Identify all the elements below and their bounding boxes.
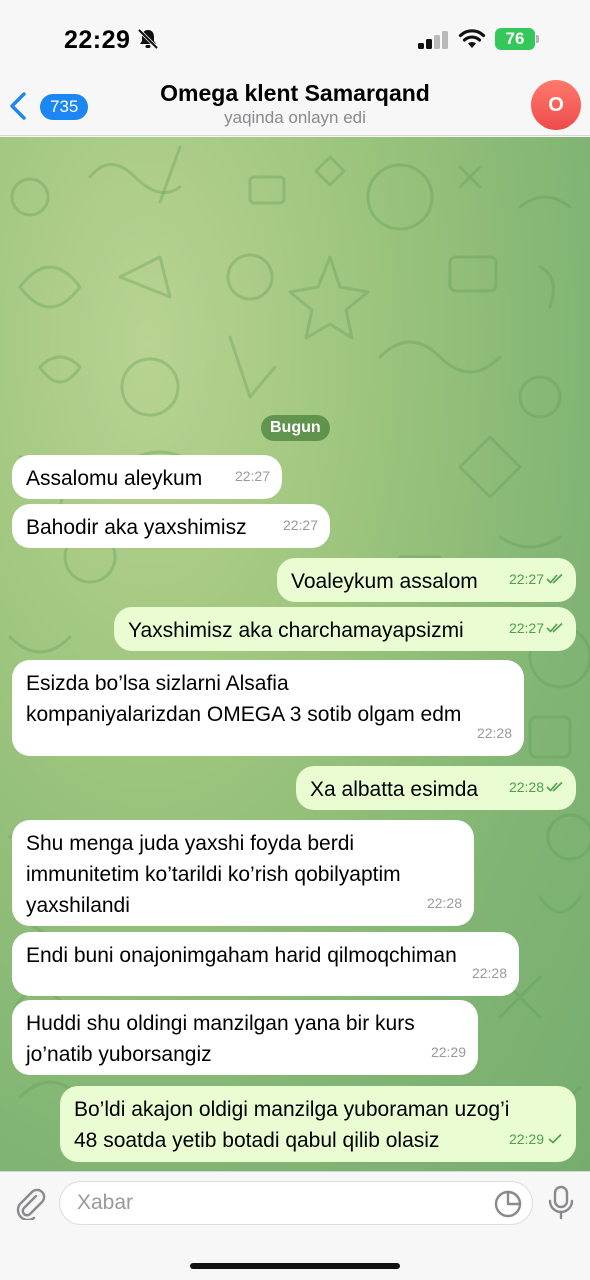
wifi-icon xyxy=(458,29,486,48)
mic-icon[interactable] xyxy=(548,1185,574,1221)
message-bubble-outgoing[interactable]: Xa albatta esimda 22:28 xyxy=(296,766,576,810)
battery-icon: 76 xyxy=(495,28,539,50)
message-bubble-incoming[interactable]: Assalomu aleykum 22:27 xyxy=(12,455,282,499)
message-bubble-outgoing[interactable]: Bo’ldi akajon oldigi manzilga yuboraman … xyxy=(60,1086,576,1162)
time-label: 22:27 xyxy=(282,517,318,533)
message-time: 22:27 xyxy=(509,564,564,595)
message-time: 22:29 xyxy=(509,1124,564,1155)
time-label: 22:27 xyxy=(508,571,544,587)
time-label: 22:28 xyxy=(471,965,507,981)
home-indicator xyxy=(190,1263,400,1269)
message-time: 22:27 xyxy=(509,613,564,644)
avatar[interactable]: O xyxy=(531,80,581,130)
message-text: Bo’ldi akajon oldigi manzilga yuboraman … xyxy=(74,1098,510,1152)
message-text: Yaxshimisz aka charchamayapsizmi xyxy=(128,619,464,642)
message-bubble-outgoing[interactable]: Yaxshimisz aka charchamayapsizmi 22:27 xyxy=(114,607,576,651)
clock: 22:29 xyxy=(64,26,131,54)
battery-level: 76 xyxy=(495,28,535,50)
message-time: 22:28 xyxy=(477,718,512,749)
time-label: 22:28 xyxy=(508,779,544,795)
composer-bar: Xabar xyxy=(0,1171,590,1280)
message-bubble-incoming[interactable]: Huddi shu oldingi manzilgan yana bir kur… xyxy=(12,1000,478,1075)
message-text: Shu menga juda yaxshi foyda berdi immuni… xyxy=(26,832,401,917)
message-list[interactable]: Bugun Assalomu aleykum 22:27 Bahodir aka… xyxy=(0,137,590,1171)
message-text: Endi buni onajonimgaham harid qilmoqchim… xyxy=(26,944,457,967)
chat-header: 735 Omega klent Samarqand yaqinda onlayn… xyxy=(0,80,590,136)
date-separator: Bugun xyxy=(261,415,330,441)
message-bubble-incoming[interactable]: Bahodir aka yaxshimisz 22:27 xyxy=(12,504,330,548)
double-check-icon xyxy=(546,781,563,792)
message-time: 22:28 xyxy=(427,888,462,919)
message-bubble-incoming[interactable]: Shu menga juda yaxshi foyda berdi immuni… xyxy=(12,820,474,926)
battery-tip xyxy=(536,35,539,43)
status-bar: 22:29 76 xyxy=(0,0,590,80)
message-text: Esizda bo’lsa sizlarni Alsafia kompaniya… xyxy=(26,672,462,726)
message-time: 22:27 xyxy=(235,461,270,492)
time-label: 22:29 xyxy=(430,1044,466,1060)
attach-icon[interactable] xyxy=(14,1186,46,1220)
sticker-icon[interactable] xyxy=(493,1189,523,1219)
bell-muted-icon xyxy=(137,28,159,50)
message-bubble-outgoing[interactable]: Voaleykum assalom 22:27 xyxy=(277,558,576,602)
time-label: 22:28 xyxy=(476,725,512,741)
time-label: 22:27 xyxy=(508,620,544,636)
double-check-icon xyxy=(546,622,563,633)
message-bubble-incoming[interactable]: Endi buni onajonimgaham harid qilmoqchim… xyxy=(12,932,519,996)
message-text: Assalomu aleykum xyxy=(26,467,203,490)
time-label: 22:29 xyxy=(508,1131,544,1147)
double-check-icon xyxy=(546,573,563,584)
message-bubble-incoming[interactable]: Esizda bo’lsa sizlarni Alsafia kompaniya… xyxy=(12,660,524,756)
last-seen-status: yaqinda onlayn edi xyxy=(224,108,366,127)
message-time: 22:27 xyxy=(283,510,318,541)
message-text: Bahodir aka yaxshimisz xyxy=(26,516,247,539)
signal-icon xyxy=(418,31,448,49)
message-text: Voaleykum assalom xyxy=(291,570,478,593)
message-input[interactable]: Xabar xyxy=(59,1181,533,1225)
time-label: 22:27 xyxy=(234,468,270,484)
message-input-placeholder: Xabar xyxy=(77,1191,134,1214)
message-text: Huddi shu oldingi manzilgan yana bir kur… xyxy=(26,1012,415,1066)
time-label: 22:28 xyxy=(426,895,462,911)
message-text: Xa albatta esimda xyxy=(310,778,479,801)
single-check-icon xyxy=(548,1133,562,1144)
message-time: 22:28 xyxy=(472,958,507,989)
message-time: 22:29 xyxy=(431,1037,466,1068)
message-time: 22:28 xyxy=(509,772,564,803)
chat-title[interactable]: Omega klent Samarqand xyxy=(0,80,590,107)
